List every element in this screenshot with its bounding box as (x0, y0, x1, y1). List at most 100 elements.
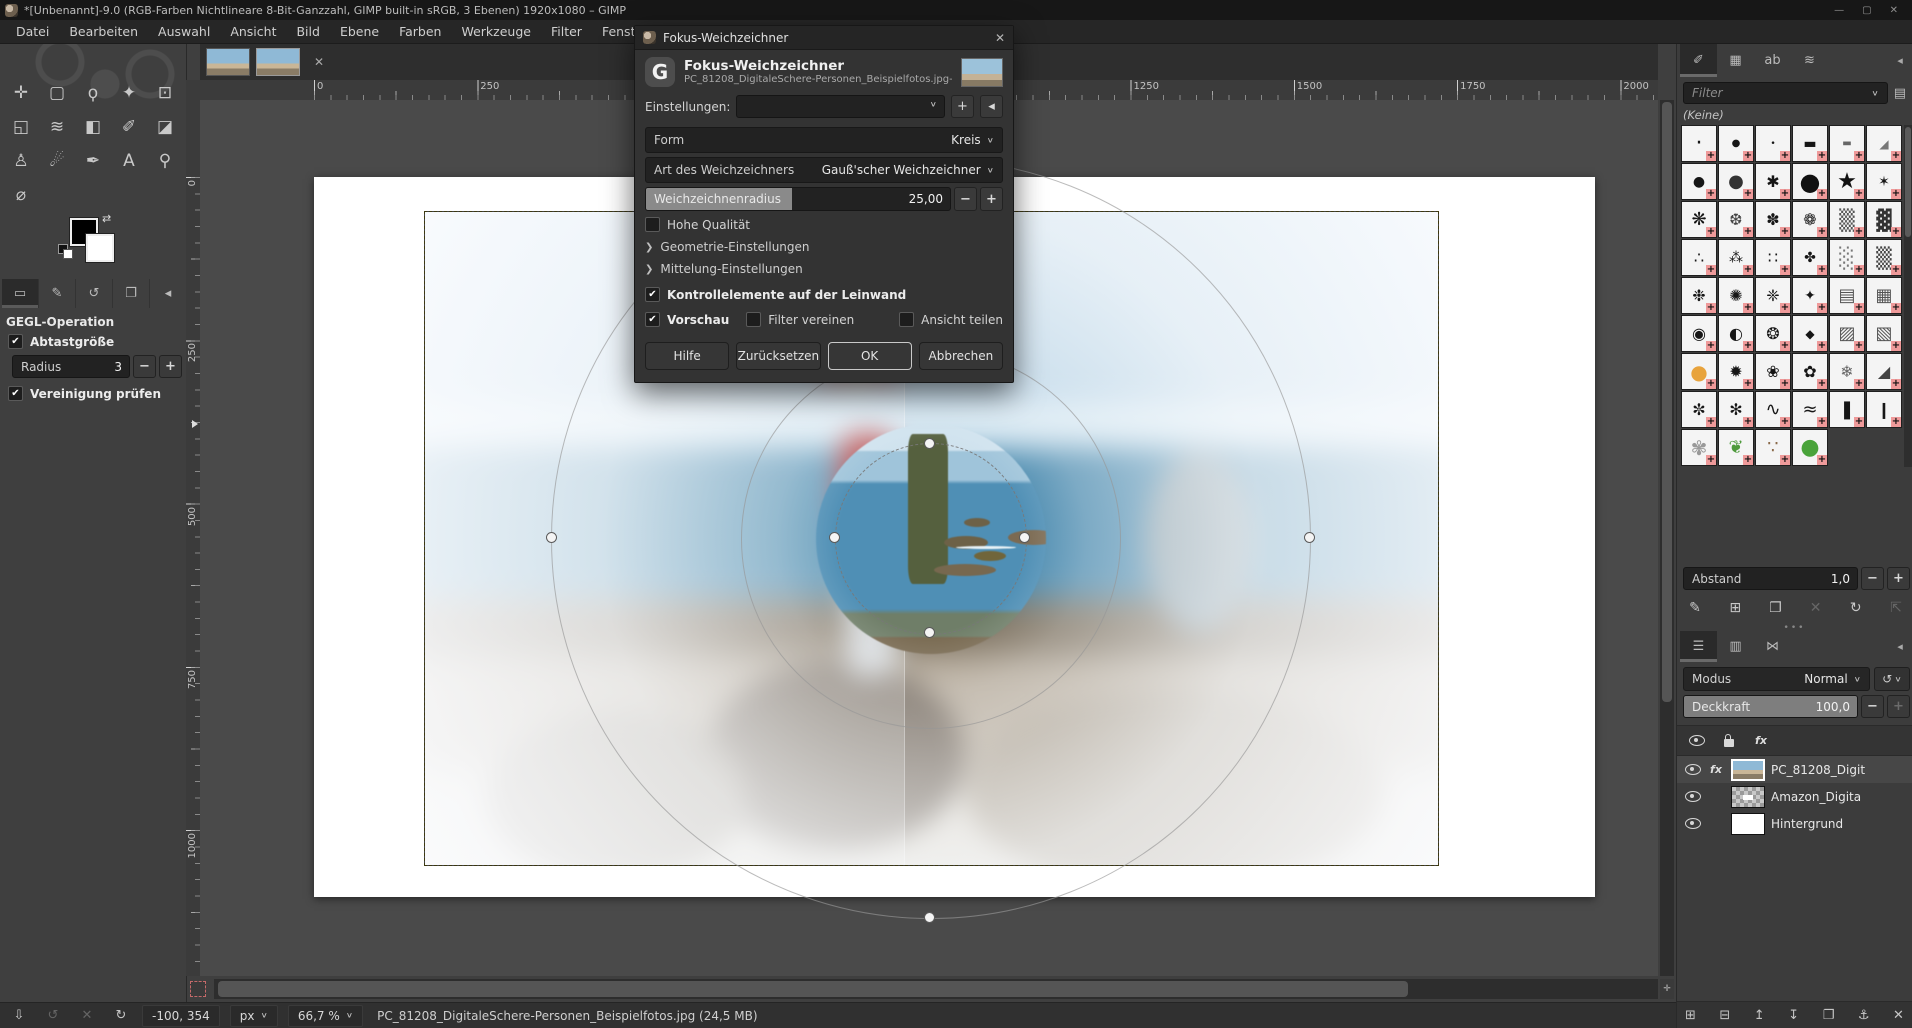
merge-filter-label[interactable]: Filter vereinen (768, 313, 854, 327)
tab-undo-history-icon[interactable]: ↺ (76, 279, 113, 308)
brush-item[interactable]: ✤+ (1792, 239, 1828, 276)
brush-item[interactable]: ❋+ (1681, 201, 1717, 238)
layer-fx-icon[interactable]: fx (1707, 763, 1725, 776)
split-view-label[interactable]: Ansicht teilen (921, 313, 1003, 327)
menu-ansicht[interactable]: Ansicht (220, 21, 286, 42)
brush-item[interactable]: ∷+ (1755, 239, 1791, 276)
image-tab-1[interactable] (206, 48, 250, 76)
brush-item[interactable]: ✦+ (1792, 277, 1828, 314)
brush-item[interactable]: ∴+ (1681, 239, 1717, 276)
brush-item[interactable]: ◉+ (1681, 315, 1717, 352)
brush-item[interactable]: ●+ (1681, 163, 1717, 200)
brush-item[interactable]: ▬+ (1829, 125, 1865, 162)
focus-handle-outer-left[interactable] (546, 532, 557, 543)
edit-brush[interactable]: ✎ (1683, 596, 1707, 620)
focus-handle-inner-right[interactable] (1019, 532, 1030, 543)
tool-text[interactable]: A (111, 144, 147, 178)
brush-item[interactable]: ❁+ (1792, 201, 1828, 238)
image-tab-2[interactable] (256, 48, 300, 76)
layer-visibility-eye-icon[interactable] (1685, 818, 1701, 829)
tool-clone[interactable]: ♙ (3, 144, 39, 178)
tool-bucket-fill[interactable]: ◧ (75, 110, 111, 144)
sample-radius-decrease-button[interactable]: − (133, 355, 156, 378)
averaging-expander[interactable]: ❯ Mittelung-Einstellungen (645, 262, 1003, 276)
shape-field[interactable]: Form Kreis∨ (645, 127, 1003, 153)
tool-rectangle-select[interactable]: ▢ (39, 76, 75, 110)
brush-item[interactable]: ◐+ (1718, 315, 1754, 352)
tool-smudge[interactable]: ☄ (39, 144, 75, 178)
brush-item[interactable]: ◆+ (1792, 315, 1828, 352)
layer-effects-toggle[interactable]: fx (1747, 728, 1775, 753)
brush-item[interactable]: ▤+ (1829, 277, 1865, 314)
tool-color-picker[interactable]: ⚲ (147, 144, 183, 178)
tool-unified-transform[interactable]: ◱ (3, 110, 39, 144)
opacity-increase-button[interactable]: + (1887, 695, 1910, 718)
brush-item[interactable]: ❀+ (1755, 353, 1791, 390)
lock-pixels-toggle[interactable] (1715, 728, 1743, 753)
brush-item[interactable]: ✾+ (1681, 429, 1717, 466)
tab-paths[interactable]: ⋈ (1754, 631, 1791, 662)
brush-item[interactable]: ▦+ (1866, 277, 1902, 314)
tool-eraser[interactable]: ◪ (147, 110, 183, 144)
brush-list-view-icon[interactable]: ▤ (1894, 86, 1906, 101)
tool-crop[interactable]: ⊡ (147, 76, 183, 110)
canvas-vertical-scrollbar[interactable] (1660, 100, 1674, 976)
canvas-navigation-button[interactable]: ✛ (1660, 979, 1674, 999)
layer-thumbnail[interactable] (1731, 759, 1765, 781)
dialog-titlebar[interactable]: Fokus-Weichzeichner ✕ (635, 26, 1013, 50)
cancel-button[interactable]: Abbrechen (919, 342, 1003, 370)
ruler-corner[interactable] (186, 80, 201, 101)
help-button[interactable]: Hilfe (645, 342, 729, 370)
blur-radius-slider[interactable]: Weichzeichnenradius 25,00 (645, 187, 951, 211)
brush-item[interactable]: ·+ (1681, 125, 1717, 162)
preview-label[interactable]: Vorschau (667, 313, 729, 327)
brush-item[interactable]: ✹+ (1718, 353, 1754, 390)
brush-item[interactable]: ✺+ (1718, 277, 1754, 314)
dock-collapse-icon[interactable]: ◂ (1890, 631, 1910, 662)
brush-item[interactable]: ◢+ (1866, 353, 1902, 390)
layer-row-amazon-digita[interactable]: Amazon_Digita (1677, 783, 1912, 810)
focus-handle-outer-bottom[interactable] (924, 912, 935, 923)
menu-bild[interactable]: Bild (286, 21, 329, 42)
delete-layer-button[interactable]: ✕ (1893, 1008, 1904, 1023)
layer-row-hintergrund[interactable]: Hintergrund (1677, 810, 1912, 837)
brush-spacing-slider[interactable]: Abstand 1,0 (1683, 567, 1858, 590)
color-area[interactable]: ⇄ (66, 216, 118, 264)
layer-thumbnail[interactable] (1731, 786, 1765, 808)
tool-free-select[interactable]: ϙ (75, 76, 111, 110)
brush-item[interactable]: ✼+ (1681, 391, 1717, 428)
blur-radius-increase-button[interactable]: + (980, 187, 1003, 211)
menu-auswahl[interactable]: Auswahl (148, 21, 220, 42)
brush-item[interactable]: ✿+ (1792, 353, 1828, 390)
brush-item[interactable]: ▨+ (1829, 315, 1865, 352)
lower-layer-button[interactable]: ↧ (1788, 1008, 1799, 1023)
brush-item[interactable]: ❚+ (1829, 391, 1865, 428)
brush-filter-input[interactable]: Filter ∨ (1683, 82, 1888, 104)
vertical-ruler[interactable]: 02505007501000 (186, 100, 201, 976)
tab-close-button[interactable]: ✕ (310, 53, 328, 71)
brush-item[interactable]: ✽+ (1755, 201, 1791, 238)
high-quality-checkbox[interactable]: Hohe Qualität (645, 217, 1003, 232)
tab-tool-options-icon[interactable]: ▭ (2, 279, 39, 308)
brush-item[interactable]: ✶+ (1866, 163, 1902, 200)
brush-item[interactable]: ❦+ (1718, 429, 1754, 466)
focus-handle-outer-right[interactable] (1304, 532, 1315, 543)
raise-layer-button[interactable]: ↥ (1754, 1008, 1765, 1023)
tool-paintbrush[interactable]: ✐ (111, 110, 147, 144)
brush-item[interactable]: ★+ (1829, 163, 1865, 200)
brush-item[interactable]: ❂+ (1755, 315, 1791, 352)
menu-datei[interactable]: Datei (6, 21, 59, 42)
tab-device-status-icon[interactable]: ✎ (39, 279, 76, 308)
duplicate-brush[interactable]: ❐ (1763, 596, 1787, 620)
brush-item[interactable]: ❈+ (1755, 277, 1791, 314)
reset-status-icon[interactable]: ↻ (110, 1008, 132, 1023)
brush-item[interactable]: ❙+ (1866, 391, 1902, 428)
brush-scrollbar[interactable] (1904, 125, 1912, 467)
focus-handle-inner-bottom[interactable] (924, 627, 935, 638)
layer-name[interactable]: Hintergrund (1771, 817, 1843, 831)
brush-item[interactable]: •+ (1755, 125, 1791, 162)
brush-item[interactable]: ❆+ (1718, 201, 1754, 238)
maximize-button[interactable]: ▢ (1862, 5, 1871, 16)
tab-gradients[interactable]: ≋ (1791, 44, 1828, 77)
brush-item[interactable]: ✻+ (1718, 391, 1754, 428)
